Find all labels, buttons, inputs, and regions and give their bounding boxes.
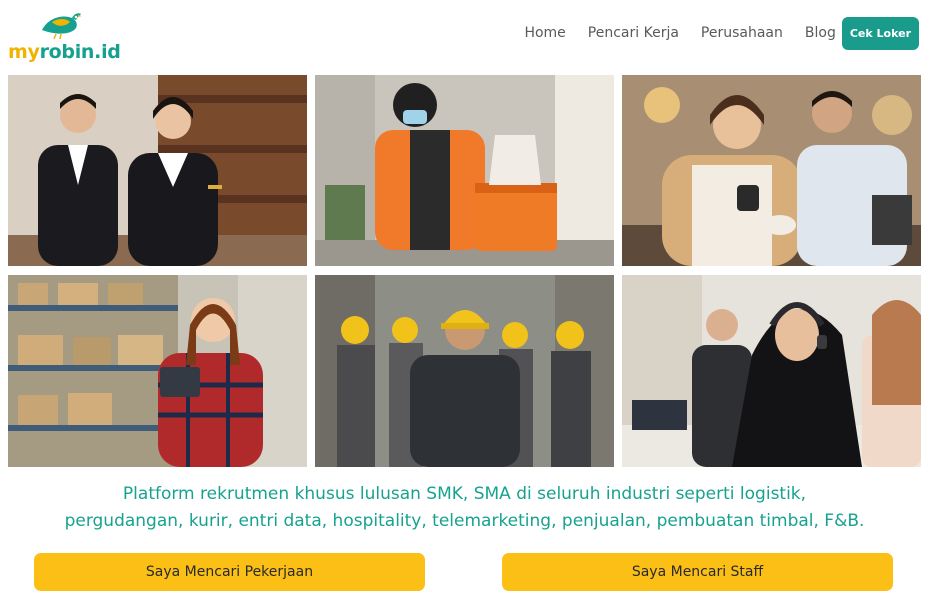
barista-photo <box>622 75 921 266</box>
tagline: Platform rekrutmen khusus lulusan SMK, S… <box>0 481 929 535</box>
top-nav: Home Pencari Kerja Perusahaan Blog Cek L… <box>524 16 919 50</box>
bird-logo-icon <box>42 13 82 40</box>
brand-logo[interactable]: myrobin.id <box>8 8 121 64</box>
photo-grid <box>8 75 921 467</box>
nav-job-seekers[interactable]: Pencari Kerja <box>588 25 679 41</box>
brand-wordmark: myrobin.id <box>8 41 121 63</box>
warehouse-worker-photo <box>8 275 307 467</box>
job-seeker-button[interactable]: Saya Mencari Pekerjaan <box>34 553 425 591</box>
construction-workers-photo <box>315 275 614 467</box>
check-jobs-button[interactable]: Cek Loker <box>841 16 919 50</box>
nav-blog[interactable]: Blog <box>805 25 836 41</box>
nav-companies[interactable]: Perusahaan <box>701 25 783 41</box>
tagline-line-2: pergudangan, kurir, entri data, hospital… <box>64 511 865 531</box>
hospitality-staff-photo <box>8 75 307 266</box>
courier-photo <box>315 75 614 266</box>
tagline-line-1: Platform rekrutmen khusus lulusan SMK, S… <box>122 484 807 504</box>
call-center-photo <box>622 275 921 467</box>
find-staff-button[interactable]: Saya Mencari Staff <box>502 553 893 591</box>
nav-home[interactable]: Home <box>524 25 565 41</box>
